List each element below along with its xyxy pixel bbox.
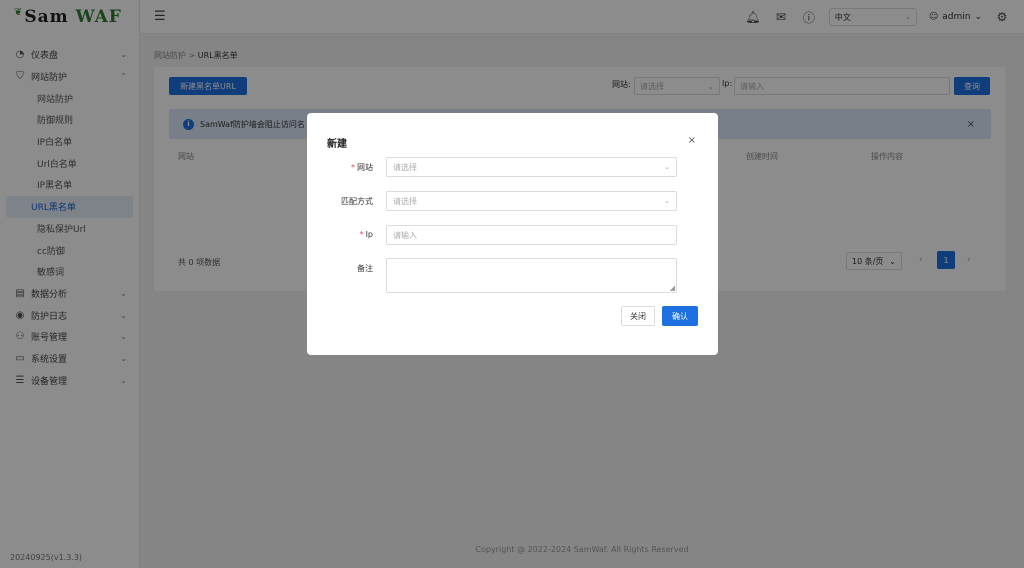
match-mode-select[interactable]: 请选择 ⌄ [386,191,677,211]
chevron-down-icon: ⌄ [664,197,670,205]
website-field-label: * 网站 [307,162,373,173]
close-icon[interactable]: × [688,135,696,146]
confirm-button[interactable]: 确认 [662,306,698,326]
match-select-placeholder: 请选择 [393,196,417,206]
chevron-down-icon: ⌄ [664,163,670,171]
ip-label-text: Ip [365,230,373,239]
required-mark: * [359,230,364,239]
cancel-button[interactable]: 关闭 [621,306,655,326]
remark-textarea[interactable]: ◢ [386,258,677,293]
new-entry-dialog: 新建 × * 网站 请选择 ⌄ 匹配方式 请选择 ⌄ * Ip 请输入 备注 ◢ 关… [307,113,718,355]
ip-field-label: * Ip [307,230,373,239]
ip-input[interactable]: 请输入 [386,225,677,245]
remark-field-label: 备注 [357,264,373,273]
website-label-text: 网站 [357,163,373,172]
website-select-placeholder: 请选择 [393,162,417,172]
resize-handle-icon[interactable]: ◢ [670,284,675,292]
dialog-title: 新建 [327,139,347,150]
ip-input-placeholder: 请输入 [393,230,417,240]
match-field-label: 匹配方式 [341,197,373,206]
required-mark: * [351,163,355,172]
website-select[interactable]: 请选择 ⌄ [386,157,677,177]
